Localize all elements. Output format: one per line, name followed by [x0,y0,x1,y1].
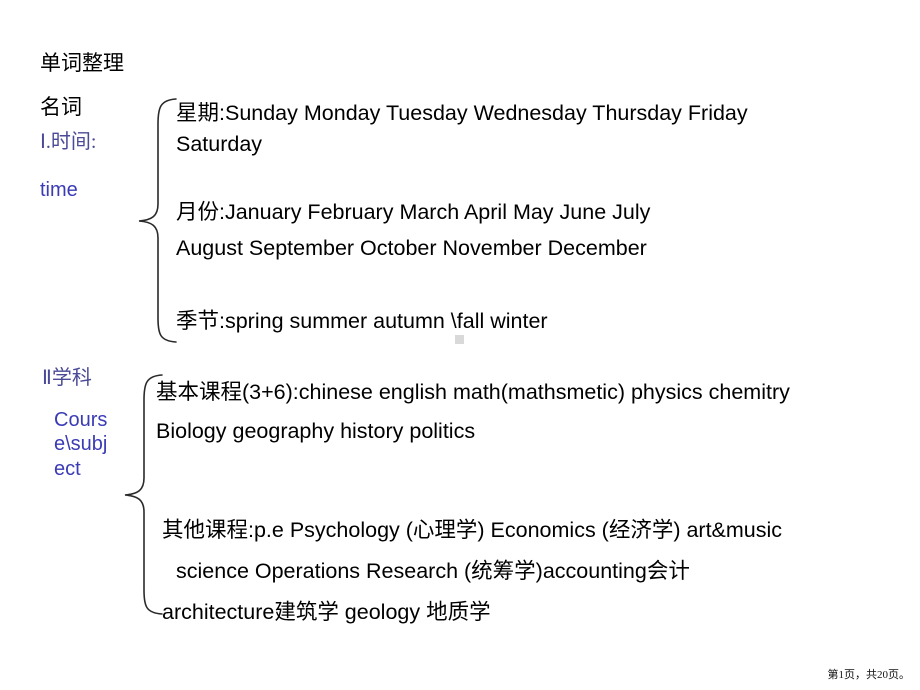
other-courses-line-1: 其他课程:p.e Psychology (心理学) Economics (经济学… [162,518,783,542]
weekdays-group: 星期:Sunday Monday Tuesday Wednesday Thurs… [176,99,906,159]
other-courses-line-2: science Operations Research (统筹学)account… [176,559,690,584]
section-english-label-subject: Course\subject [54,409,108,480]
curly-brace-time [136,96,180,349]
months-line-2: August September October November Decemb… [176,236,647,261]
section-marker-subject: Ⅱ学科 [42,367,92,389]
section-marker-time: Ⅰ.时间: [40,131,97,153]
page-indicator: 第1页，共20页。 [827,669,911,681]
weekdays-line-2: Saturday [176,132,263,157]
other-courses-group: 其他课程:p.e Psychology (心理学) Economics (经济学… [162,516,912,626]
page-title: 单词整理 [40,51,124,75]
other-courses-line-3: architecture建筑学 geology 地质学 [162,599,491,624]
basic-courses-line-2: Biology geography history politics [156,419,476,444]
weekdays-line-1: 星期:Sunday Monday Tuesday Wednesday Thurs… [176,101,748,125]
gray-square-marker [455,335,464,344]
months-line-1: 月份:January February March April May June… [176,200,651,224]
seasons-group: 季节:spring summer autumn \fall winter [176,307,906,335]
basic-courses-line-1: 基本课程(3+6):chinese english math(mathsmeti… [156,380,790,404]
noun-subheading: 名词 [40,95,82,119]
months-group: 月份:January February March April May June… [176,198,906,263]
slide-canvas: 单词整理 名词 Ⅰ.时间: time 星期:Sunday Monday Tues… [0,0,920,690]
basic-courses-group: 基本课程(3+6):chinese english math(mathsmeti… [156,378,906,446]
section-english-label-time: time [40,179,78,201]
seasons-line-1: 季节:spring summer autumn \fall winter [176,309,548,333]
